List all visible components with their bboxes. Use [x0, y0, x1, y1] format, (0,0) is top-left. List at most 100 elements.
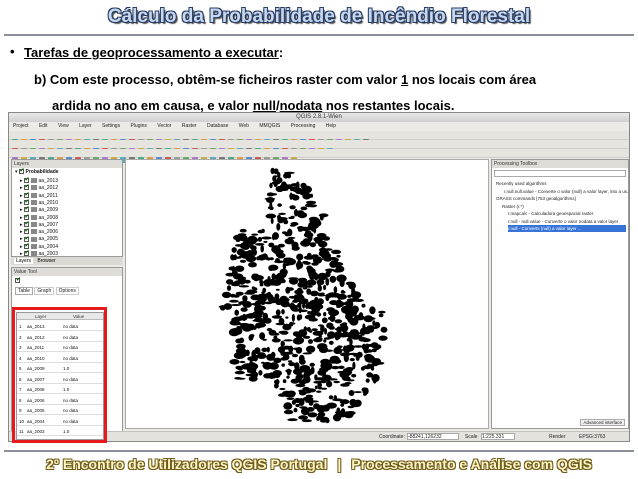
processing-item[interactable]: r.mapcalc - Calculadora geoespacial rast…: [508, 210, 593, 217]
burned-patch: [310, 290, 319, 297]
layer-checkbox[interactable]: ✔: [23, 214, 30, 220]
layer-checkbox[interactable]: ✔: [23, 192, 30, 198]
burned-patch: [257, 237, 263, 242]
burned-patch: [334, 410, 346, 415]
burned-patch: [239, 228, 247, 233]
burned-patch: [293, 294, 298, 302]
menu-item[interactable]: Edit: [39, 123, 48, 129]
expand-icon[interactable]: ▸: [20, 236, 23, 242]
menu-item[interactable]: View: [58, 123, 69, 129]
burned-patch: [285, 369, 292, 373]
burned-patch: [298, 398, 305, 406]
layer-name: aa_2007: [38, 221, 58, 228]
map-canvas[interactable]: [125, 159, 489, 429]
burned-patch: [279, 217, 288, 221]
menu-item[interactable]: Web: [239, 123, 249, 129]
layer-checkbox[interactable]: ✔: [23, 221, 30, 227]
render-toggle[interactable]: Render: [549, 432, 565, 441]
burned-patch: [323, 312, 327, 317]
burned-patch: [316, 278, 325, 286]
burned-patch: [234, 280, 243, 284]
para1-post: nos locais com área: [408, 72, 537, 87]
crs-button[interactable]: EPSG:3763: [579, 432, 605, 441]
menu-item[interactable]: Plugins: [130, 123, 146, 129]
expand-icon[interactable]: ▸: [20, 178, 23, 184]
layer-group-label: Probabilidade: [25, 169, 59, 175]
coordinate-field[interactable]: -88241,126232: [407, 433, 459, 440]
burned-patch: [238, 234, 248, 242]
expand-icon[interactable]: ▸: [20, 215, 23, 221]
value-tool-enable[interactable]: ✔: [15, 277, 22, 284]
menu-item[interactable]: Settings: [102, 123, 120, 129]
burned-patch: [324, 367, 329, 372]
enable-checkbox[interactable]: ✔: [15, 277, 21, 284]
layer-swatch-icon: [30, 192, 37, 198]
tab-options[interactable]: Options: [55, 287, 79, 295]
menu-item[interactable]: Project: [13, 123, 29, 129]
burned-patch: [307, 224, 311, 230]
burned-patch: [281, 363, 285, 367]
expand-icon[interactable]: ▸: [20, 193, 23, 199]
burned-patch: [351, 402, 360, 408]
processing-item[interactable]: Recently used algorithms: [496, 180, 547, 187]
menu-bar: Project Edit View Layer Settings Plugins…: [9, 122, 629, 131]
expand-icon[interactable]: ▸: [20, 244, 23, 250]
processing-item[interactable]: Raster (r.*): [502, 203, 524, 210]
burned-patch: [328, 334, 337, 337]
burned-patch: [274, 293, 280, 300]
expand-icon[interactable]: ▸: [20, 229, 23, 235]
tab-table[interactable]: Table: [15, 287, 33, 295]
burned-patch: [316, 390, 322, 393]
slide-title: Cálculo da Probabilidade de Incêndio Flo…: [107, 6, 531, 27]
expand-icon[interactable]: ▸: [20, 207, 23, 213]
burned-patch: [239, 259, 247, 263]
menu-item[interactable]: MMQGIS: [259, 123, 280, 129]
search-input[interactable]: [494, 170, 626, 177]
collapse-icon[interactable]: ▾: [15, 169, 18, 175]
layer-checkbox[interactable]: ✔: [23, 199, 30, 206]
menu-item[interactable]: Raster: [182, 123, 197, 129]
burned-patch: [297, 294, 303, 298]
processing-item[interactable]: r.null.null.value - Converte o valor (nu…: [504, 188, 629, 195]
burned-patch: [234, 327, 238, 330]
burned-patch: [306, 327, 311, 332]
processing-item[interactable]: r.null - null.value - Converte o valor n…: [508, 218, 618, 225]
menu-item[interactable]: Help: [326, 123, 336, 129]
layer-checkbox[interactable]: ✔: [23, 228, 30, 235]
expand-icon[interactable]: ▸: [20, 200, 23, 206]
burned-patch: [361, 338, 371, 343]
layer-checkbox[interactable]: ✔: [23, 243, 30, 249]
burned-patch: [333, 346, 342, 354]
scale-select[interactable]: 1:225.331: [481, 433, 515, 440]
expand-icon[interactable]: ▸: [20, 185, 23, 191]
burned-patch: [300, 337, 305, 343]
processing-item[interactable]: GRASS commands [753 geoalgorithms]: [496, 195, 576, 202]
burned-patch: [261, 347, 268, 352]
expand-icon[interactable]: ▸: [20, 222, 23, 228]
menu-item[interactable]: Processing: [291, 123, 316, 129]
layer-checkbox[interactable]: ✔: [23, 236, 30, 242]
layer-group[interactable]: ▾ ✔ Probabilidade: [15, 168, 59, 177]
menu-item[interactable]: Layer: [79, 123, 92, 129]
processing-title: Processing Toolbox: [492, 160, 628, 168]
burned-patch: [257, 229, 264, 234]
tab-layers[interactable]: Layers: [14, 258, 34, 264]
burned-patch: [333, 380, 340, 384]
burned-patch: [372, 375, 377, 384]
checkbox[interactable]: ✔: [18, 168, 25, 175]
menu-item[interactable]: Vector: [157, 123, 171, 129]
tab-browser[interactable]: Browser: [37, 258, 55, 264]
burned-patch: [261, 236, 272, 240]
menu-item[interactable]: Database: [207, 123, 228, 129]
layer-checkbox[interactable]: ✔: [23, 177, 30, 184]
layer-swatch-icon: [30, 178, 37, 184]
burned-patch: [322, 404, 330, 412]
burned-patch: [347, 310, 352, 314]
burned-patch: [378, 335, 388, 341]
layer-checkbox[interactable]: ✔: [23, 184, 30, 191]
processing-item[interactable]: r.null - Converts (null) a valor layer .…: [508, 225, 626, 232]
layer-checkbox[interactable]: ✔: [23, 250, 30, 257]
tab-graph[interactable]: Graph: [34, 287, 55, 295]
layer-checkbox[interactable]: ✔: [23, 206, 30, 213]
advanced-interface-button[interactable]: Advanced interface: [580, 419, 625, 426]
